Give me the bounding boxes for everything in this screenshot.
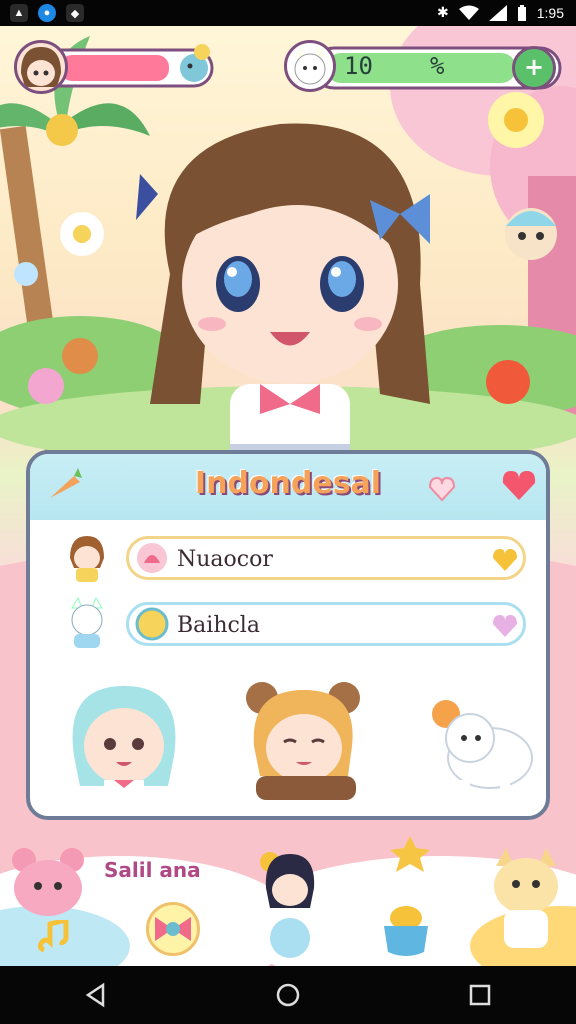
character-select-panel: Indondesal Nuaocor Baihcla xyxy=(26,450,550,820)
bottom-label: Salil ana xyxy=(104,858,201,882)
bluetooth-icon: ✱ xyxy=(437,4,449,20)
back-icon[interactable] xyxy=(83,982,109,1008)
pet-bird-icon[interactable] xyxy=(174,44,214,88)
bow-menu-button[interactable] xyxy=(146,902,200,956)
option-row-1-label: Nuaocor xyxy=(177,547,273,572)
pink-creature-icon xyxy=(137,543,167,573)
gallery-icon: ▲ xyxy=(10,4,28,22)
status-bar: ▲ ● ◆ ✱ 1:95 xyxy=(0,0,576,26)
cat-avatar-icon xyxy=(284,40,336,92)
character-choice-mint-girl[interactable] xyxy=(64,676,184,804)
battery-icon xyxy=(517,4,526,21)
main-character xyxy=(136,123,430,464)
player-avatar[interactable] xyxy=(14,40,68,94)
yellow-heart-icon xyxy=(493,549,517,571)
player-hud xyxy=(14,40,214,94)
blue-creature-sprite xyxy=(505,208,557,260)
home-icon[interactable] xyxy=(275,982,301,1008)
option-row-2-label: Baihcla xyxy=(177,613,260,638)
store-icon: ◆ xyxy=(66,4,84,22)
currency-hud: 10 % + xyxy=(284,40,562,96)
option-row-2[interactable]: Baihcla xyxy=(126,602,526,646)
purple-heart-icon xyxy=(493,615,517,637)
row-avatar-cat xyxy=(64,596,110,648)
wifi-icon xyxy=(458,5,479,20)
heart-icon xyxy=(502,471,536,500)
panel-title: Indondesal xyxy=(194,466,382,501)
dark-hair-girl-sprite[interactable] xyxy=(258,848,322,914)
heart-outline-icon xyxy=(428,476,456,502)
recents-icon[interactable] xyxy=(467,982,493,1008)
secondary-counter: % xyxy=(430,52,445,80)
bubble-menu-button[interactable] xyxy=(270,918,310,958)
signal-icon xyxy=(488,4,507,21)
option-row-1[interactable]: Nuaocor xyxy=(126,536,526,580)
pink-bear-sprite[interactable] xyxy=(10,846,86,918)
system-nav-bar xyxy=(0,966,576,1024)
add-currency-button[interactable]: + xyxy=(512,46,556,90)
panel-header: Indondesal xyxy=(30,454,546,520)
clock: 1:95 xyxy=(536,4,564,21)
character-choice-white-dog[interactable] xyxy=(430,694,540,804)
character-choice-bear[interactable] xyxy=(240,676,370,804)
music-note-icon xyxy=(37,920,69,953)
pot-menu-button[interactable] xyxy=(380,900,432,958)
row-avatar-girl xyxy=(64,532,110,582)
add-label: + xyxy=(523,53,545,81)
currency-counter: 10 xyxy=(344,52,373,80)
coin-icon xyxy=(135,607,169,641)
app-notification-icon: ● xyxy=(38,4,56,22)
puppy-sprite[interactable] xyxy=(486,846,566,950)
